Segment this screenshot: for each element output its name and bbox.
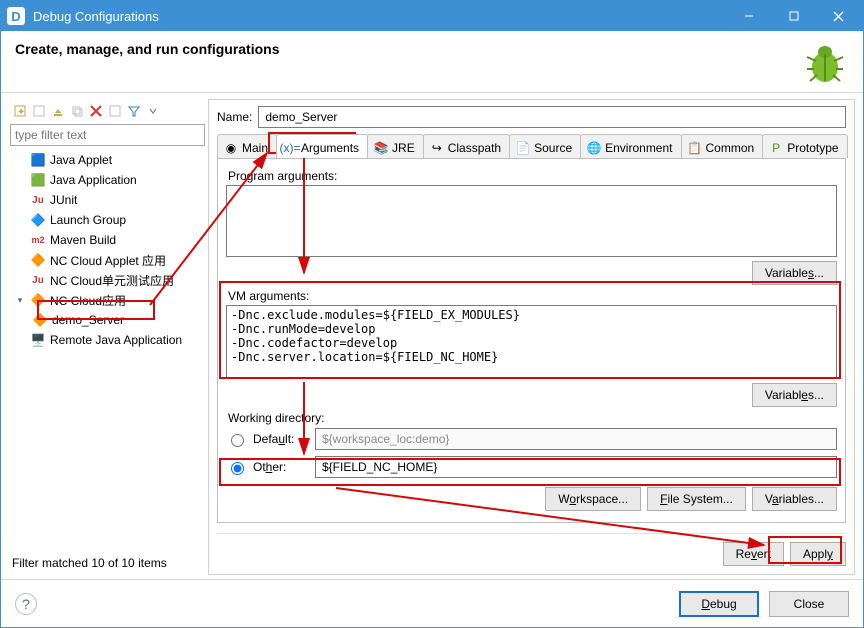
name-input[interactable] [258, 106, 846, 128]
demo-server-icon: 🔶 [32, 312, 48, 328]
revert-button[interactable]: Revert [723, 542, 784, 566]
help-icon[interactable]: ? [15, 593, 37, 615]
wd-other-label: Other: [253, 460, 309, 474]
app-logo-icon: D [7, 7, 25, 25]
prototype-tab-icon: P [769, 141, 783, 155]
filter-settings-icon[interactable] [106, 102, 124, 120]
wd-default-input [315, 428, 837, 450]
delete-icon[interactable] [87, 102, 105, 120]
working-dir-label: Working directory: [228, 411, 837, 425]
environment-tab-icon: 🌐 [587, 141, 601, 155]
header-title: Create, manage, and run configurations [15, 41, 280, 57]
name-label: Name: [217, 110, 252, 124]
common-tab-icon: 📋 [688, 141, 702, 155]
tab-environment[interactable]: 🌐Environment [580, 134, 681, 158]
tree-item-java-applet[interactable]: 🟦Java Applet [10, 150, 205, 170]
arguments-tab-icon: (x)= [283, 141, 297, 155]
tab-source[interactable]: 📄Source [509, 134, 581, 158]
junit-icon: Ju [30, 192, 46, 208]
export-icon[interactable] [49, 102, 67, 120]
maximize-button[interactable] [771, 1, 816, 31]
filter-status: Filter matched 10 of 10 items [10, 552, 205, 574]
workspace-button[interactable]: Workspace... [545, 487, 641, 511]
tree-item-nc-cloud-applet[interactable]: 🔶NC Cloud Applet 应用 [10, 250, 205, 270]
wd-other-radio[interactable] [231, 462, 244, 475]
svg-text:✦: ✦ [17, 107, 25, 118]
file-system-button[interactable]: File System... [647, 487, 746, 511]
wd-default-radio[interactable] [231, 434, 244, 447]
nc-applet-icon: 🔶 [30, 252, 46, 268]
new-config-icon[interactable]: ✦ [11, 102, 29, 120]
tab-main[interactable]: ◉Main [217, 134, 277, 158]
tab-arguments[interactable]: (x)=Arguments [276, 134, 368, 158]
remote-java-icon: 🖥️ [30, 332, 46, 348]
body: ✦ 🟦Java Applet 🟩Java Application JuJUnit… [1, 93, 863, 579]
launch-group-icon: 🔷 [30, 212, 46, 228]
title-bar: D Debug Configurations [1, 1, 863, 31]
config-tree[interactable]: 🟦Java Applet 🟩Java Application JuJUnit 🔷… [10, 150, 205, 552]
close-button[interactable]: Close [769, 591, 849, 617]
tabs: ◉Main (x)=Arguments 📚JRE ↪Classpath 📄Sou… [217, 134, 846, 159]
program-args-input[interactable] [226, 185, 837, 257]
program-variables-button[interactable]: Variables... [752, 261, 837, 285]
apply-button[interactable]: Apply [790, 542, 846, 566]
tree-item-junit[interactable]: JuJUnit [10, 190, 205, 210]
tree-item-java-application[interactable]: 🟩Java Application [10, 170, 205, 190]
wd-default-label: Default: [253, 432, 309, 446]
tree-item-nc-cloud-app[interactable]: ▾🔶NC Cloud应用 [10, 290, 205, 310]
tab-classpath[interactable]: ↪Classpath [423, 134, 510, 158]
header: Create, manage, and run configurations [1, 31, 863, 93]
nc-app-icon: 🔶 [30, 292, 46, 308]
footer: ? Debug Close [1, 579, 863, 627]
applet-icon: 🟦 [30, 152, 46, 168]
tree-item-maven-build[interactable]: m2Maven Build [10, 230, 205, 250]
program-args-label: Program arguments: [228, 169, 837, 183]
arguments-pane: Program arguments: Variables... VM argum… [217, 159, 846, 523]
source-tab-icon: 📄 [516, 141, 530, 155]
classpath-tab-icon: ↪ [430, 141, 444, 155]
close-window-button[interactable] [816, 1, 861, 31]
vm-args-label: VM arguments: [228, 289, 837, 303]
main-tab-icon: ◉ [224, 141, 238, 155]
bug-icon [801, 39, 849, 87]
tab-jre[interactable]: 📚JRE [367, 134, 424, 158]
left-panel: ✦ 🟦Java Applet 🟩Java Application JuJUnit… [9, 99, 206, 575]
filter-funnel-icon[interactable] [125, 102, 143, 120]
tab-prototype[interactable]: PPrototype [762, 134, 847, 158]
minimize-button[interactable] [726, 1, 771, 31]
java-app-icon: 🟩 [30, 172, 46, 188]
wd-variables-button[interactable]: Variables... [752, 487, 837, 511]
menu-chevron-icon[interactable] [144, 102, 162, 120]
wd-other-input[interactable] [315, 456, 837, 478]
tab-common[interactable]: 📋Common [681, 134, 764, 158]
right-panel: Name: ◉Main (x)=Arguments 📚JRE ↪Classpat… [208, 99, 855, 575]
jre-tab-icon: 📚 [374, 141, 388, 155]
tree-item-demo-server[interactable]: 🔶demo_Server [10, 310, 205, 330]
vm-variables-button[interactable]: Variables... [752, 383, 837, 407]
nc-unit-icon: Ju [30, 272, 46, 288]
new-proto-icon[interactable] [30, 102, 48, 120]
tree-item-remote-java[interactable]: 🖥️Remote Java Application [10, 330, 205, 350]
tree-item-nc-cloud-unittest[interactable]: JuNC Cloud单元测试应用 [10, 270, 205, 290]
filter-input[interactable] [10, 124, 205, 146]
duplicate-icon[interactable] [68, 102, 86, 120]
debug-button[interactable]: Debug [679, 591, 759, 617]
vm-args-input[interactable] [226, 305, 837, 379]
tree-item-launch-group[interactable]: 🔷Launch Group [10, 210, 205, 230]
maven-icon: m2 [30, 232, 46, 248]
left-toolbar: ✦ [10, 100, 205, 122]
window-title: Debug Configurations [33, 9, 159, 24]
